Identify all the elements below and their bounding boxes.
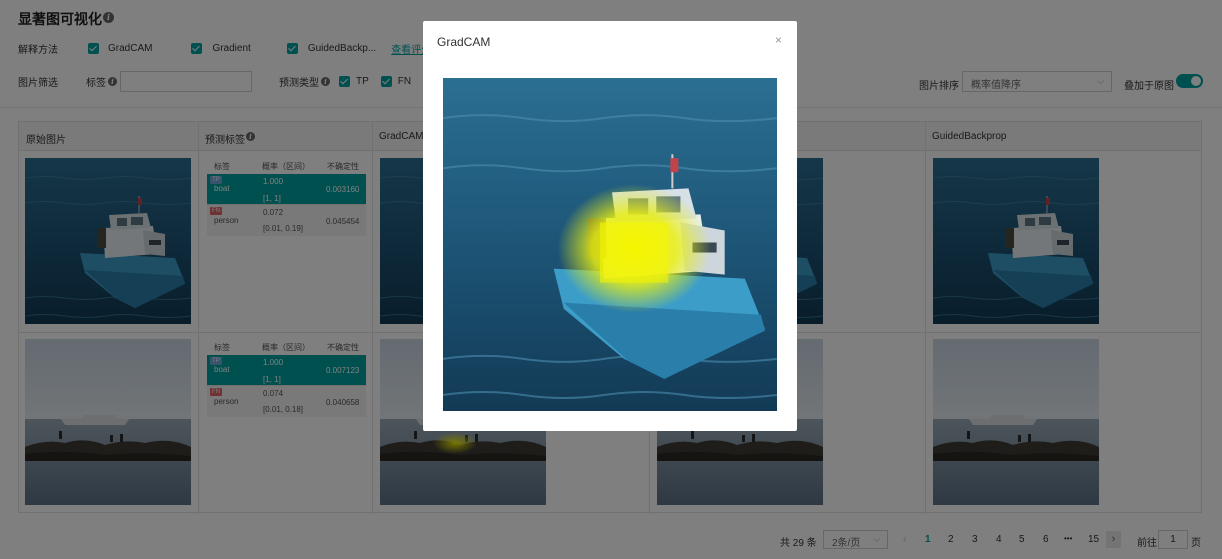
gradcam-modal: GradCAM ×	[423, 21, 797, 431]
modal-title: GradCAM	[437, 35, 491, 49]
modal-gradcam-image	[443, 78, 777, 411]
close-icon[interactable]: ×	[775, 33, 782, 47]
